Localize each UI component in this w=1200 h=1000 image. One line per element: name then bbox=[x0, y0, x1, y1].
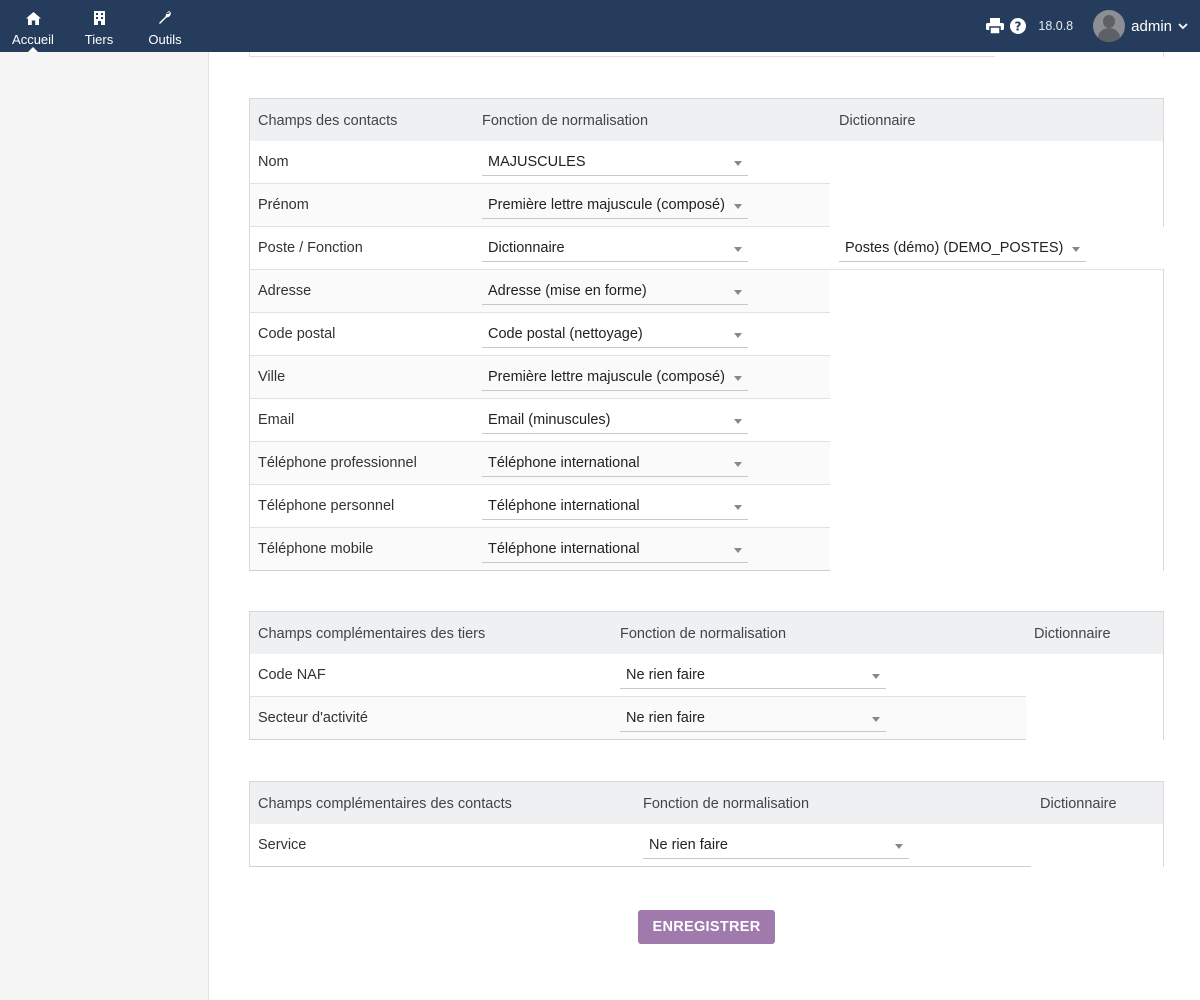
chevron-down-icon bbox=[1178, 18, 1188, 34]
home-icon bbox=[25, 10, 41, 26]
dropdown-arrow-icon bbox=[734, 419, 742, 424]
username: admin bbox=[1131, 17, 1172, 35]
function-select[interactable]: Première lettre majuscule (composé) bbox=[482, 365, 748, 391]
table-header: Champs complémentaires des contacts Fonc… bbox=[249, 781, 1164, 824]
function-select[interactable]: Téléphone international bbox=[482, 537, 748, 563]
field-label: Prénom bbox=[258, 197, 309, 213]
table-row: Email Email (minuscules) bbox=[249, 399, 830, 442]
table-header: Champs des contacts Fonction de normalis… bbox=[249, 98, 1164, 141]
function-select[interactable]: Dictionnaire bbox=[482, 236, 748, 262]
header-function: Fonction de normalisation bbox=[643, 796, 810, 812]
header-dictionary: Dictionnaire bbox=[1034, 626, 1111, 642]
table-row: Code NAF Ne rien faire bbox=[249, 654, 1026, 697]
wrench-icon bbox=[158, 10, 172, 26]
dropdown-arrow-icon bbox=[872, 717, 880, 722]
field-label: Adresse bbox=[258, 283, 312, 299]
field-label: Secteur d'activité bbox=[258, 710, 368, 726]
dropdown-arrow-icon bbox=[734, 462, 742, 467]
function-select[interactable]: Ne rien faire bbox=[620, 706, 886, 732]
dropdown-arrow-icon bbox=[734, 376, 742, 381]
header-dictionary: Dictionnaire bbox=[839, 113, 916, 129]
dropdown-arrow-icon bbox=[734, 204, 742, 209]
table-row: Téléphone mobile Téléphone international bbox=[249, 528, 830, 571]
header-field: Champs complémentaires des tiers bbox=[258, 626, 486, 642]
dropdown-arrow-icon bbox=[734, 548, 742, 553]
function-select[interactable]: Première lettre majuscule (composé) bbox=[482, 193, 748, 219]
avatar bbox=[1093, 10, 1126, 42]
field-label: Téléphone professionnel bbox=[258, 455, 417, 471]
table-row: Ville Première lettre majuscule (composé… bbox=[249, 356, 830, 399]
contacts-normalization-table: Champs des contacts Fonction de normalis… bbox=[249, 98, 1164, 571]
function-select[interactable]: Ne rien faire bbox=[620, 663, 886, 689]
dictionary-select[interactable]: Postes (démo) (DEMO_POSTES) bbox=[839, 236, 1086, 262]
nav-item-accueil[interactable]: Accueil bbox=[12, 0, 54, 53]
nav-label: Tiers bbox=[84, 32, 114, 47]
field-label: Ville bbox=[258, 369, 286, 385]
function-select[interactable]: MAJUSCULES bbox=[482, 150, 748, 176]
function-select[interactable]: Code postal (nettoyage) bbox=[482, 322, 748, 348]
table-row: Service Ne rien faire bbox=[249, 824, 1031, 867]
function-select[interactable]: Téléphone international bbox=[482, 451, 748, 477]
field-label: Email bbox=[258, 412, 295, 428]
table-row: Prénom Première lettre majuscule (compos… bbox=[249, 184, 830, 227]
table-row: Code postal Code postal (nettoyage) bbox=[249, 313, 830, 356]
version-label: 18.0.8 bbox=[1038, 19, 1074, 33]
nav-item-tiers[interactable]: Tiers bbox=[84, 0, 114, 52]
header-field: Champs des contacts bbox=[258, 113, 398, 129]
header-field: Champs complémentaires des contacts bbox=[258, 796, 512, 812]
top-navbar: Accueil Tiers Outils ? 18.0.8 admin bbox=[0, 0, 1200, 53]
header-function: Fonction de normalisation bbox=[482, 113, 649, 129]
function-select[interactable]: Téléphone international bbox=[482, 494, 748, 520]
function-select[interactable]: Adresse (mise en forme) bbox=[482, 279, 748, 305]
table-row: Secteur d'activité Ne rien faire bbox=[249, 697, 1026, 740]
print-icon[interactable] bbox=[986, 18, 1005, 34]
dropdown-arrow-icon bbox=[734, 290, 742, 295]
dropdown-arrow-icon bbox=[734, 505, 742, 510]
field-label: Poste / Fonction bbox=[258, 240, 363, 256]
table-header: Champs complémentaires des tiers Fonctio… bbox=[249, 611, 1164, 654]
contacts-extrafields-table: Champs complémentaires des contacts Fonc… bbox=[249, 781, 1164, 867]
main-content: Champs des contacts Fonction de normalis… bbox=[209, 52, 1200, 1000]
field-label: Téléphone mobile bbox=[258, 541, 374, 557]
table-row: Téléphone personnel Téléphone internatio… bbox=[249, 485, 830, 528]
building-icon bbox=[93, 10, 105, 26]
tiers-extrafields-table: Champs complémentaires des tiers Fonctio… bbox=[249, 611, 1164, 740]
function-select[interactable]: Ne rien faire bbox=[643, 833, 909, 859]
nav-item-outils[interactable]: Outils bbox=[148, 0, 182, 52]
user-menu[interactable]: admin bbox=[1093, 10, 1188, 42]
dropdown-arrow-icon bbox=[734, 247, 742, 252]
field-label: Téléphone personnel bbox=[258, 498, 395, 514]
dropdown-arrow-icon bbox=[1072, 247, 1080, 252]
header-function: Fonction de normalisation bbox=[620, 626, 787, 642]
field-label: Nom bbox=[258, 154, 289, 170]
header-dictionary: Dictionnaire bbox=[1040, 796, 1117, 812]
previous-table-edge bbox=[249, 52, 995, 57]
field-label: Code postal bbox=[258, 326, 336, 342]
dropdown-arrow-icon bbox=[872, 674, 880, 679]
left-sidebar bbox=[0, 52, 209, 1000]
svg-text:?: ? bbox=[1015, 20, 1022, 34]
field-label: Service bbox=[258, 837, 307, 853]
help-icon[interactable]: ? bbox=[1010, 18, 1027, 34]
table-row: Nom MAJUSCULES bbox=[249, 141, 830, 184]
table-row: Adresse Adresse (mise en forme) bbox=[249, 270, 830, 313]
function-select[interactable]: Email (minuscules) bbox=[482, 408, 748, 434]
dropdown-arrow-icon bbox=[734, 333, 742, 338]
table-row: Téléphone professionnel Téléphone intern… bbox=[249, 442, 830, 485]
dropdown-arrow-icon bbox=[734, 161, 742, 166]
dropdown-arrow-icon bbox=[895, 844, 903, 849]
nav-label: Outils bbox=[148, 32, 182, 47]
field-label: Code NAF bbox=[258, 667, 326, 683]
save-button[interactable]: ENREGISTRER bbox=[638, 910, 775, 944]
nav-label: Accueil bbox=[12, 32, 54, 47]
table-row: Poste / Fonction Dictionnaire Postes (dé… bbox=[249, 227, 1164, 270]
